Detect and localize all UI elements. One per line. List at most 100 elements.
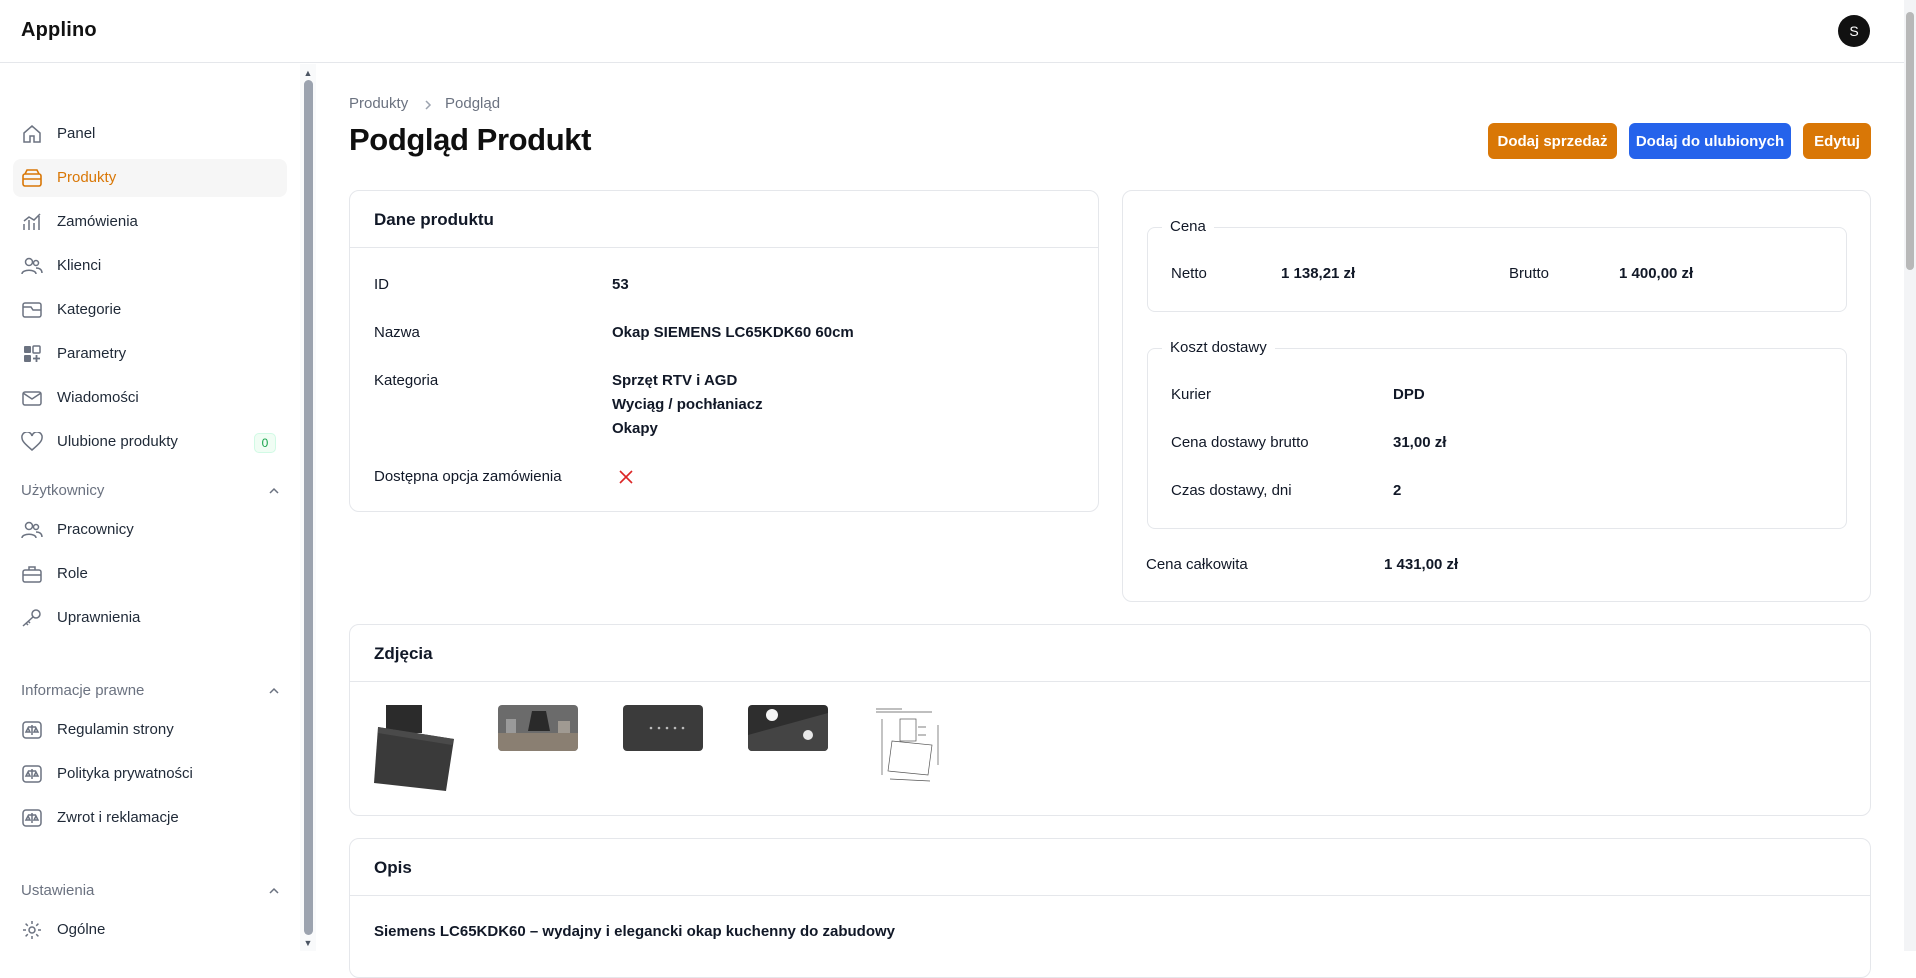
name-value: Okap SIEMENS LC65KDK60 60cm bbox=[612, 324, 854, 341]
section-uzytkownicy[interactable]: Użytkownicy bbox=[21, 482, 281, 504]
gear-icon bbox=[23, 921, 41, 939]
category-label: Kategoria bbox=[374, 372, 439, 389]
sidebar-item-label: Produkty bbox=[57, 169, 117, 186]
courier-label: Kurier bbox=[1171, 386, 1212, 403]
breadcrumb-link-produkty[interactable]: Produkty bbox=[349, 95, 408, 112]
total-price-label: Cena całkowita bbox=[1146, 556, 1248, 573]
sidebar-item-label: Klienci bbox=[57, 257, 102, 274]
sidebar-item-label: Pracownicy bbox=[57, 521, 134, 538]
users-icon bbox=[21, 521, 43, 539]
chevron-up-icon bbox=[269, 887, 279, 894]
scroll-down-arrow-icon[interactable]: ▼ bbox=[303, 938, 313, 948]
card-title: Dane produktu bbox=[374, 210, 494, 229]
section-informacje-prawne[interactable]: Informacje prawne bbox=[21, 682, 281, 704]
section-title: Użytkownicy bbox=[21, 482, 105, 499]
sidebar-item-zamowienia[interactable]: Zamówienia bbox=[13, 203, 287, 241]
card-header: Zdjęcia bbox=[350, 625, 1870, 682]
sidebar-item-pracownicy[interactable]: Pracownicy bbox=[13, 511, 287, 549]
delivery-cost-value: 31,00 zł bbox=[1393, 434, 1447, 451]
sidebar-item-label: Zamówienia bbox=[57, 213, 138, 230]
card-title: Zdjęcia bbox=[374, 644, 433, 663]
section-ustawienia[interactable]: Ustawienia bbox=[21, 882, 281, 904]
sidebar-item-klienci[interactable]: Klienci bbox=[13, 247, 287, 285]
sidebar-item-role[interactable]: Role bbox=[13, 555, 287, 593]
sidebar-item-label: Role bbox=[57, 565, 88, 582]
sidebar-item-zwrot[interactable]: Zwrot i reklamacje bbox=[13, 799, 287, 837]
price-card: Cena Netto 1 138,21 zł Brutto 1 400,00 z… bbox=[1122, 190, 1871, 602]
netto-label: Netto bbox=[1171, 265, 1207, 282]
sidebar-item-regulamin[interactable]: Regulamin strony bbox=[13, 711, 287, 749]
sidebar-scrollbar-thumb[interactable] bbox=[304, 80, 313, 935]
sidebar-item-uprawnienia[interactable]: Uprawnienia bbox=[13, 599, 287, 637]
grid-icon bbox=[24, 345, 41, 362]
courier-value: DPD bbox=[1393, 386, 1425, 403]
chevron-up-icon bbox=[269, 687, 279, 694]
box-icon bbox=[22, 169, 42, 187]
product-photo-thumbnail[interactable] bbox=[748, 705, 828, 751]
scale-icon bbox=[22, 809, 42, 827]
card-title: Opis bbox=[374, 858, 412, 877]
sidebar-item-label: Panel bbox=[57, 125, 96, 142]
add-sale-button[interactable]: Dodaj sprzedaż bbox=[1488, 123, 1617, 159]
scale-icon bbox=[22, 765, 42, 783]
chart-icon bbox=[23, 213, 41, 230]
name-label: Nazwa bbox=[374, 324, 420, 341]
delivery-fieldset: Koszt dostawy Kurier DPD Cena dostawy br… bbox=[1147, 339, 1847, 529]
id-value: 53 bbox=[612, 276, 629, 293]
delivery-time-value: 2 bbox=[1393, 482, 1402, 499]
chevron-up-icon bbox=[269, 487, 279, 494]
scroll-up-arrow-icon[interactable]: ▲ bbox=[303, 68, 313, 78]
netto-value: 1 138,21 zł bbox=[1281, 265, 1356, 282]
sidebar-item-panel[interactable]: Panel bbox=[13, 115, 287, 153]
brutto-value: 1 400,00 zł bbox=[1619, 265, 1694, 282]
breadcrumb-current: Podgląd bbox=[445, 95, 501, 112]
price-fieldset: Cena Netto 1 138,21 zł Brutto 1 400,00 z… bbox=[1147, 218, 1847, 312]
chevron-right-icon bbox=[425, 100, 432, 110]
sidebar-item-ogolne[interactable]: Ogólne bbox=[13, 911, 287, 949]
edit-button[interactable]: Edytuj bbox=[1803, 123, 1871, 159]
delivery-legend: Koszt dostawy bbox=[1162, 339, 1275, 356]
product-photo-thumbnail[interactable] bbox=[498, 705, 578, 751]
sidebar-item-label: Ogólne bbox=[57, 921, 106, 938]
sidebar-item-label: Zwrot i reklamacje bbox=[57, 809, 179, 826]
delivery-time-label: Czas dostawy, dni bbox=[1171, 482, 1292, 499]
sidebar-item-label: Parametry bbox=[57, 345, 127, 362]
sidebar-item-produkty[interactable]: Produkty bbox=[13, 159, 287, 197]
sidebar-item-ulubione-produkty[interactable]: Ulubione produkty 0 bbox=[13, 423, 287, 461]
delivery-cost-label: Cena dostawy brutto bbox=[1171, 434, 1309, 451]
photos-card: Zdjęcia bbox=[349, 624, 1871, 816]
sidebar-item-parametry[interactable]: Parametry bbox=[13, 335, 287, 373]
sidebar-item-label: Wiadomości bbox=[57, 389, 139, 406]
heart-icon bbox=[21, 432, 43, 451]
brutto-label: Brutto bbox=[1509, 265, 1550, 282]
user-avatar[interactable]: S bbox=[1838, 15, 1870, 47]
total-price-value: 1 431,00 zł bbox=[1384, 556, 1459, 573]
sidebar-item-label: Ulubione produkty bbox=[57, 433, 178, 450]
app-logo[interactable]: Applino bbox=[21, 19, 97, 42]
section-title: Informacje prawne bbox=[21, 682, 145, 699]
scale-icon bbox=[22, 721, 42, 739]
product-photo-thumbnail[interactable] bbox=[623, 705, 703, 751]
category-value-1: Sprzęt RTV i AGD bbox=[612, 372, 738, 389]
add-to-favorites-button[interactable]: Dodaj do ulubionych bbox=[1629, 123, 1791, 159]
product-data-card: Dane produktu ID 53 Nazwa Okap SIEMENS L… bbox=[349, 190, 1099, 512]
card-header: Opis bbox=[350, 839, 1870, 896]
sidebar-item-polityka[interactable]: Polityka prywatności bbox=[13, 755, 287, 793]
favorites-count-badge: 0 bbox=[254, 433, 276, 453]
briefcase-icon bbox=[22, 566, 42, 583]
sidebar-item-label: Kategorie bbox=[57, 301, 122, 318]
sidebar-item-kategorie[interactable]: Kategorie bbox=[13, 291, 287, 329]
folder-icon bbox=[22, 302, 42, 318]
product-photo-thumbnail[interactable] bbox=[374, 705, 454, 791]
product-photo-thumbnail[interactable] bbox=[872, 705, 952, 785]
price-legend: Cena bbox=[1162, 218, 1214, 235]
page-scrollbar-thumb[interactable] bbox=[1906, 12, 1914, 270]
section-title: Ustawienia bbox=[21, 882, 95, 899]
cross-icon bbox=[619, 470, 633, 484]
order-option-label: Dostępna opcja zamówienia bbox=[374, 468, 562, 485]
users-icon bbox=[21, 257, 43, 275]
sidebar-item-wiadomosci[interactable]: Wiadomości bbox=[13, 379, 287, 417]
description-heading: Siemens LC65KDK60 – wydajny i elegancki … bbox=[374, 923, 895, 940]
sidebar-item-label: Uprawnienia bbox=[57, 609, 141, 626]
home-icon bbox=[23, 125, 41, 143]
